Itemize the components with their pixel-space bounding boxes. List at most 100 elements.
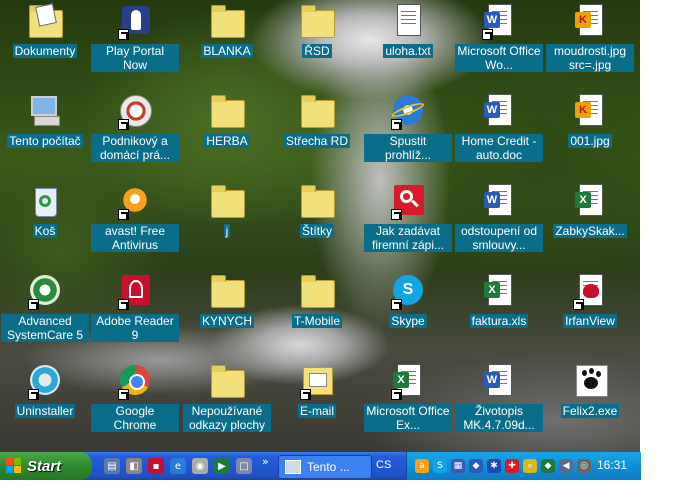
shortcut-arrow-icon bbox=[28, 299, 39, 310]
desktop-icon-skype[interactable]: S Skype bbox=[364, 272, 452, 358]
icon-label: Felix2.exe bbox=[560, 404, 620, 418]
desktop-icon-e-mail[interactable]: E-mail bbox=[273, 362, 361, 448]
icon-label: avast! Free Antivirus bbox=[91, 224, 179, 252]
desktop-icon-microsoft-office-word[interactable]: W Microsoft Office Wo... bbox=[455, 2, 543, 88]
compass-icon bbox=[118, 94, 152, 130]
shortcut-arrow-icon bbox=[28, 389, 39, 400]
desktop-icon-zabkyskak[interactable]: X ZabkySkak... bbox=[546, 182, 634, 268]
show-desktop-icon[interactable]: ▤ bbox=[104, 458, 120, 474]
desktop-icon-faktura-xls[interactable]: X faktura.xls bbox=[455, 272, 543, 358]
desktop-icon-zivotopis[interactable]: W Životopis MK.4.7.09d... bbox=[455, 362, 543, 448]
desktop-icon-kynych[interactable]: KYNYCH bbox=[183, 272, 271, 358]
desktop-icon-rsd[interactable]: ŘSD bbox=[273, 2, 361, 88]
desktop-icon-avast[interactable]: avast! Free Antivirus bbox=[91, 182, 179, 268]
tray-bluetooth-icon[interactable]: ✱ bbox=[487, 459, 501, 473]
word-document-icon: W bbox=[482, 364, 516, 398]
desktop-icon-home-credit[interactable]: W Home Credit -auto.doc bbox=[455, 92, 543, 178]
quicklaunch-browser-icon[interactable]: ◉ bbox=[192, 458, 208, 474]
desktop-icon-j[interactable]: j bbox=[183, 182, 271, 268]
language-indicator[interactable]: CS bbox=[376, 459, 391, 471]
skype-icon: S bbox=[391, 274, 425, 310]
folder-icon bbox=[300, 94, 335, 128]
icon-label: Google Chrome bbox=[91, 404, 179, 432]
desktop-icon-nepouzivane[interactable]: Nepoužívané odkazy plochy bbox=[183, 362, 271, 448]
icon-label: Podnikový a domácí prá... bbox=[91, 134, 179, 162]
quicklaunch-internet-explorer-icon[interactable]: e bbox=[170, 458, 186, 474]
icon-label: Tento počítač bbox=[7, 134, 83, 148]
desktop-icon-moudrosti-jpg[interactable]: K moudrosti.jpg src=.jpg bbox=[546, 2, 634, 88]
shortcut-arrow-icon bbox=[391, 209, 402, 220]
desktop-icon-uninstaller[interactable]: Uninstaller bbox=[1, 362, 89, 448]
folder-icon bbox=[300, 184, 335, 218]
folder-icon bbox=[210, 184, 245, 218]
tray-app-icon[interactable]: ◆ bbox=[469, 459, 483, 473]
icon-label: Uninstaller bbox=[14, 404, 76, 418]
desktop-icon-irfanview[interactable]: IrfanView bbox=[546, 272, 634, 358]
folder-icon bbox=[210, 94, 245, 128]
desktop-icon-001-jpg[interactable]: K 001.jpg bbox=[546, 92, 634, 178]
windows-logo-icon bbox=[6, 458, 22, 474]
desktop-icon-t-mobile[interactable]: T-Mobile bbox=[273, 272, 361, 358]
search-icon bbox=[391, 184, 425, 220]
tray-security-icon[interactable]: ◆ bbox=[541, 459, 555, 473]
excel-icon: X bbox=[391, 364, 425, 400]
desktop-icon-google-chrome[interactable]: Google Chrome bbox=[91, 362, 179, 448]
excel-document-icon: X bbox=[482, 274, 516, 308]
icon-label: Home Credit -auto.doc bbox=[455, 134, 543, 162]
desktop-icon-strecha-rd[interactable]: Střecha RD bbox=[273, 92, 361, 178]
play-portal-icon bbox=[118, 4, 152, 40]
icon-label: ZabkySkak... bbox=[553, 224, 627, 238]
tray-update-icon[interactable]: ✚ bbox=[505, 459, 519, 473]
shortcut-arrow-icon bbox=[482, 29, 493, 40]
desktop-icon-jak-zadavat[interactable]: Jak zadávat firemní zápi... bbox=[364, 182, 452, 268]
shortcut-arrow-icon bbox=[118, 119, 129, 130]
icon-label: Microsoft Office Wo... bbox=[455, 44, 543, 72]
computer-icon bbox=[28, 94, 62, 128]
desktop-icon-dokumenty[interactable]: Dokumenty bbox=[1, 2, 89, 88]
desktop-icon-kos[interactable]: Koš bbox=[1, 182, 89, 268]
taskbar-window-label: Tento ... bbox=[307, 460, 350, 474]
shortcut-arrow-icon bbox=[118, 209, 129, 220]
quicklaunch-document-icon[interactable]: ▪ bbox=[148, 458, 164, 474]
desktop-icon-play-portal-now[interactable]: Play Portal Now bbox=[91, 2, 179, 88]
desktop: Dokumenty Tento počítač Koš Advanced Sys… bbox=[0, 0, 640, 452]
email-icon bbox=[300, 364, 334, 400]
start-button[interactable]: Start bbox=[0, 452, 92, 480]
adobe-reader-icon bbox=[118, 274, 152, 310]
quicklaunch-app-icon[interactable]: ◧ bbox=[126, 458, 142, 474]
desktop-icon-felix2-exe[interactable]: Felix2.exe bbox=[546, 362, 634, 448]
quicklaunch-window-icon[interactable]: □ bbox=[236, 458, 252, 474]
desktop-icon-odstoupeni[interactable]: W odstoupení od smlouvy... bbox=[455, 182, 543, 268]
desktop-icon-uloha-txt[interactable]: uloha.txt bbox=[364, 2, 452, 88]
desktop-icon-blanka[interactable]: BLANKA bbox=[183, 2, 271, 88]
tray-volume-icon[interactable]: ◀ bbox=[559, 459, 573, 473]
shortcut-arrow-icon bbox=[573, 299, 584, 310]
desktop-icon-stitky[interactable]: Štítky bbox=[273, 182, 361, 268]
folder-icon bbox=[210, 364, 245, 398]
word-document-icon: W bbox=[482, 184, 516, 218]
desktop-icon-herba[interactable]: HERBA bbox=[183, 92, 271, 178]
desktop-icon-microsoft-office-excel[interactable]: X Microsoft Office Ex... bbox=[364, 362, 452, 448]
tray-disc-icon[interactable]: ◎ bbox=[577, 459, 591, 473]
clock[interactable]: 16:31 bbox=[597, 458, 627, 472]
folder-icon bbox=[300, 4, 335, 38]
taskbar-window-button[interactable]: Tento ... bbox=[278, 455, 372, 479]
shortcut-arrow-icon bbox=[118, 389, 129, 400]
tray-skype-icon[interactable]: S bbox=[433, 459, 447, 473]
desktop-icon-spustit-prohlizec[interactable]: Spustit prohlíž... bbox=[364, 92, 452, 178]
desktop-icon-advanced-systemcare[interactable]: Advanced SystemCare 5 bbox=[1, 272, 89, 358]
icon-label: Spustit prohlíž... bbox=[364, 134, 452, 162]
icon-label: Microsoft Office Ex... bbox=[364, 404, 452, 432]
desktop-icon-podnikovy[interactable]: Podnikový a domácí prá... bbox=[91, 92, 179, 178]
tray-network-icon[interactable]: ▦ bbox=[451, 459, 465, 473]
tray-avast-icon[interactable]: a bbox=[415, 459, 429, 473]
quicklaunch-chevron[interactable]: » bbox=[262, 455, 269, 468]
excel-document-icon: X bbox=[573, 184, 607, 218]
desktop-icon-tento-pocitac[interactable]: Tento počítač bbox=[1, 92, 89, 178]
icon-label: 001.jpg bbox=[568, 134, 612, 148]
desktop-icon-adobe-reader[interactable]: Adobe Reader 9 bbox=[91, 272, 179, 358]
tray-search-icon[interactable]: ⌕ bbox=[523, 459, 537, 473]
shortcut-arrow-icon bbox=[391, 389, 402, 400]
icon-label: Nepoužívané odkazy plochy bbox=[183, 404, 271, 432]
quicklaunch-media-icon[interactable]: ▶ bbox=[214, 458, 230, 474]
